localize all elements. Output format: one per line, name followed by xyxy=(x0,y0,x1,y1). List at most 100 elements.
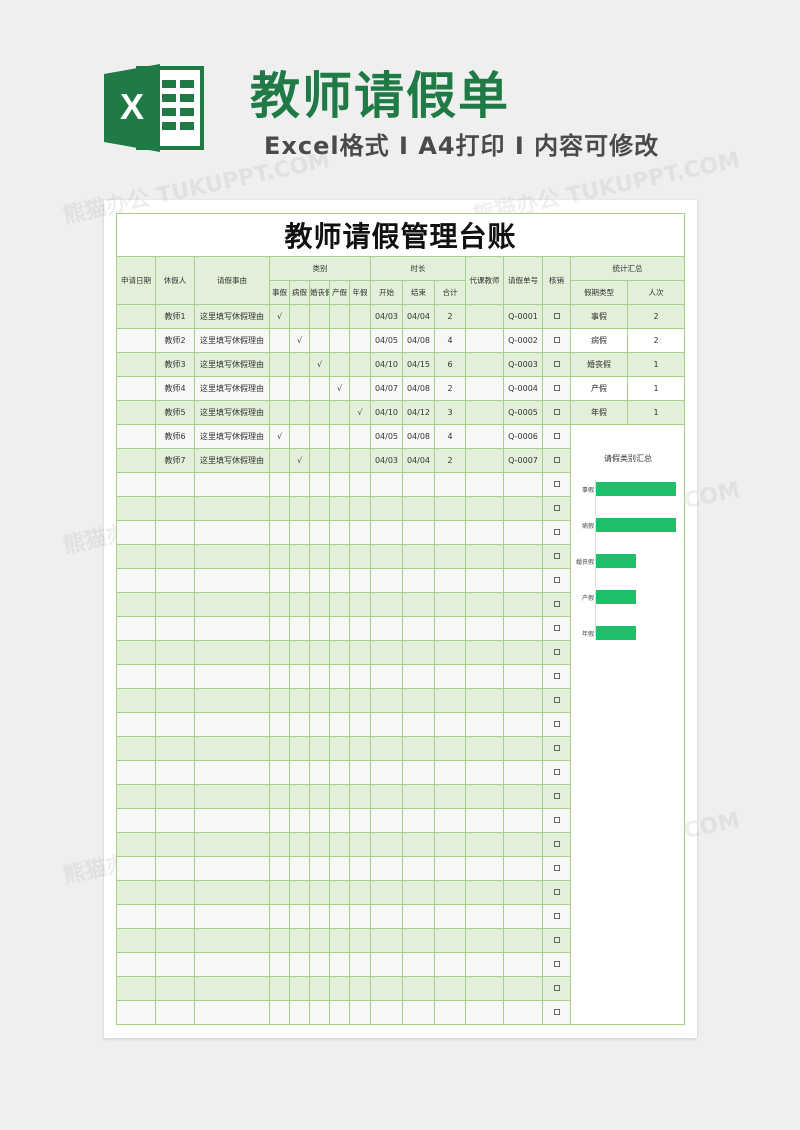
cell-category-check[interactable] xyxy=(349,712,371,737)
cell-category-check[interactable] xyxy=(349,976,371,1001)
cell-category-check[interactable] xyxy=(309,328,330,353)
cell-category-check[interactable] xyxy=(349,616,371,641)
cell-reason[interactable] xyxy=(194,880,270,905)
cell-category-check[interactable] xyxy=(269,760,290,785)
cell-date[interactable] xyxy=(116,448,156,473)
cell-start[interactable] xyxy=(370,664,403,689)
cell-substitute[interactable] xyxy=(465,544,504,569)
cell-category-check[interactable] xyxy=(349,304,371,329)
cell-category-check[interactable] xyxy=(349,640,371,665)
cell-leave-no[interactable] xyxy=(503,640,543,665)
cell-cancel-checkbox[interactable] xyxy=(542,592,571,617)
cell-category-check[interactable] xyxy=(289,880,310,905)
cell-date[interactable] xyxy=(116,856,156,881)
cell-end[interactable] xyxy=(402,592,435,617)
cell-category-check[interactable]: √ xyxy=(269,304,290,329)
cell-date[interactable] xyxy=(116,928,156,953)
cell-reason[interactable] xyxy=(194,664,270,689)
cell-reason[interactable] xyxy=(194,640,270,665)
cell-start[interactable] xyxy=(370,520,403,545)
cell-total[interactable] xyxy=(434,1000,466,1025)
cell-start[interactable] xyxy=(370,832,403,857)
cell-category-check[interactable] xyxy=(269,568,290,593)
cell-category-check[interactable] xyxy=(309,736,330,761)
cell-category-check[interactable] xyxy=(349,520,371,545)
cell-person[interactable] xyxy=(155,568,195,593)
cell-category-check[interactable] xyxy=(269,880,290,905)
cell-substitute[interactable] xyxy=(465,592,504,617)
cell-category-check[interactable] xyxy=(269,592,290,617)
cell-start[interactable] xyxy=(370,712,403,737)
cell-cancel-checkbox[interactable] xyxy=(542,376,571,401)
cell-substitute[interactable] xyxy=(465,400,504,425)
cell-leave-no[interactable]: Q-0002 xyxy=(503,328,543,353)
cell-reason[interactable]: 这里填写休假理由 xyxy=(194,424,270,449)
cell-leave-no[interactable] xyxy=(503,592,543,617)
cell-date[interactable] xyxy=(116,904,156,929)
cell-substitute[interactable] xyxy=(465,568,504,593)
cell-cancel-checkbox[interactable] xyxy=(542,496,571,521)
cell-person[interactable] xyxy=(155,496,195,521)
cell-category-check[interactable] xyxy=(329,568,350,593)
cell-category-check[interactable] xyxy=(329,856,350,881)
cell-end[interactable] xyxy=(402,856,435,881)
cell-person[interactable]: 教师2 xyxy=(155,328,195,353)
cell-cancel-checkbox[interactable] xyxy=(542,1000,571,1025)
cell-category-check[interactable] xyxy=(349,328,371,353)
checkbox-icon[interactable] xyxy=(553,385,560,391)
cell-category-check[interactable] xyxy=(309,496,330,521)
cell-category-check[interactable] xyxy=(269,448,290,473)
cell-person[interactable] xyxy=(155,544,195,569)
cell-date[interactable] xyxy=(116,736,156,761)
cell-category-check[interactable] xyxy=(309,592,330,617)
cell-end[interactable]: 04/08 xyxy=(402,328,435,353)
cell-category-check[interactable] xyxy=(269,520,290,545)
checkbox-icon[interactable] xyxy=(553,481,560,487)
cell-category-check[interactable] xyxy=(269,712,290,737)
cell-category-check[interactable] xyxy=(309,688,330,713)
cell-cancel-checkbox[interactable] xyxy=(542,304,571,329)
cell-total[interactable] xyxy=(434,832,466,857)
cell-cancel-checkbox[interactable] xyxy=(542,616,571,641)
cell-category-check[interactable] xyxy=(349,448,371,473)
cell-category-check[interactable] xyxy=(309,976,330,1001)
cell-cancel-checkbox[interactable] xyxy=(542,520,571,545)
cell-category-check[interactable] xyxy=(329,712,350,737)
cell-cancel-checkbox[interactable] xyxy=(542,712,571,737)
cell-person[interactable]: 教师6 xyxy=(155,424,195,449)
cell-category-check[interactable] xyxy=(349,376,371,401)
cell-start[interactable] xyxy=(370,616,403,641)
cell-total[interactable]: 2 xyxy=(434,448,466,473)
cell-person[interactable]: 教师3 xyxy=(155,352,195,377)
cell-cancel-checkbox[interactable] xyxy=(542,544,571,569)
cell-end[interactable]: 04/08 xyxy=(402,376,435,401)
cell-person[interactable] xyxy=(155,616,195,641)
cell-person[interactable] xyxy=(155,472,195,497)
cell-person[interactable] xyxy=(155,784,195,809)
cell-leave-no[interactable] xyxy=(503,904,543,929)
cell-total[interactable] xyxy=(434,808,466,833)
cell-total[interactable] xyxy=(434,712,466,737)
cell-total[interactable] xyxy=(434,592,466,617)
cell-category-check[interactable] xyxy=(289,1000,310,1025)
cell-category-check[interactable] xyxy=(309,400,330,425)
cell-total[interactable] xyxy=(434,856,466,881)
cell-category-check[interactable] xyxy=(269,928,290,953)
cell-category-check[interactable] xyxy=(349,496,371,521)
cell-substitute[interactable] xyxy=(465,352,504,377)
checkbox-icon[interactable] xyxy=(553,985,560,991)
cell-date[interactable] xyxy=(116,520,156,545)
cell-cancel-checkbox[interactable] xyxy=(542,328,571,353)
cell-category-check[interactable] xyxy=(289,424,310,449)
cell-category-check[interactable] xyxy=(269,328,290,353)
cell-category-check[interactable] xyxy=(289,808,310,833)
checkbox-icon[interactable] xyxy=(553,409,560,415)
cell-category-check[interactable] xyxy=(309,640,330,665)
cell-category-check[interactable] xyxy=(309,760,330,785)
cell-start[interactable]: 04/10 xyxy=(370,400,403,425)
cell-category-check[interactable] xyxy=(269,496,290,521)
cell-cancel-checkbox[interactable] xyxy=(542,976,571,1001)
cell-category-check[interactable] xyxy=(309,448,330,473)
cell-category-check[interactable] xyxy=(289,472,310,497)
cell-person[interactable] xyxy=(155,832,195,857)
